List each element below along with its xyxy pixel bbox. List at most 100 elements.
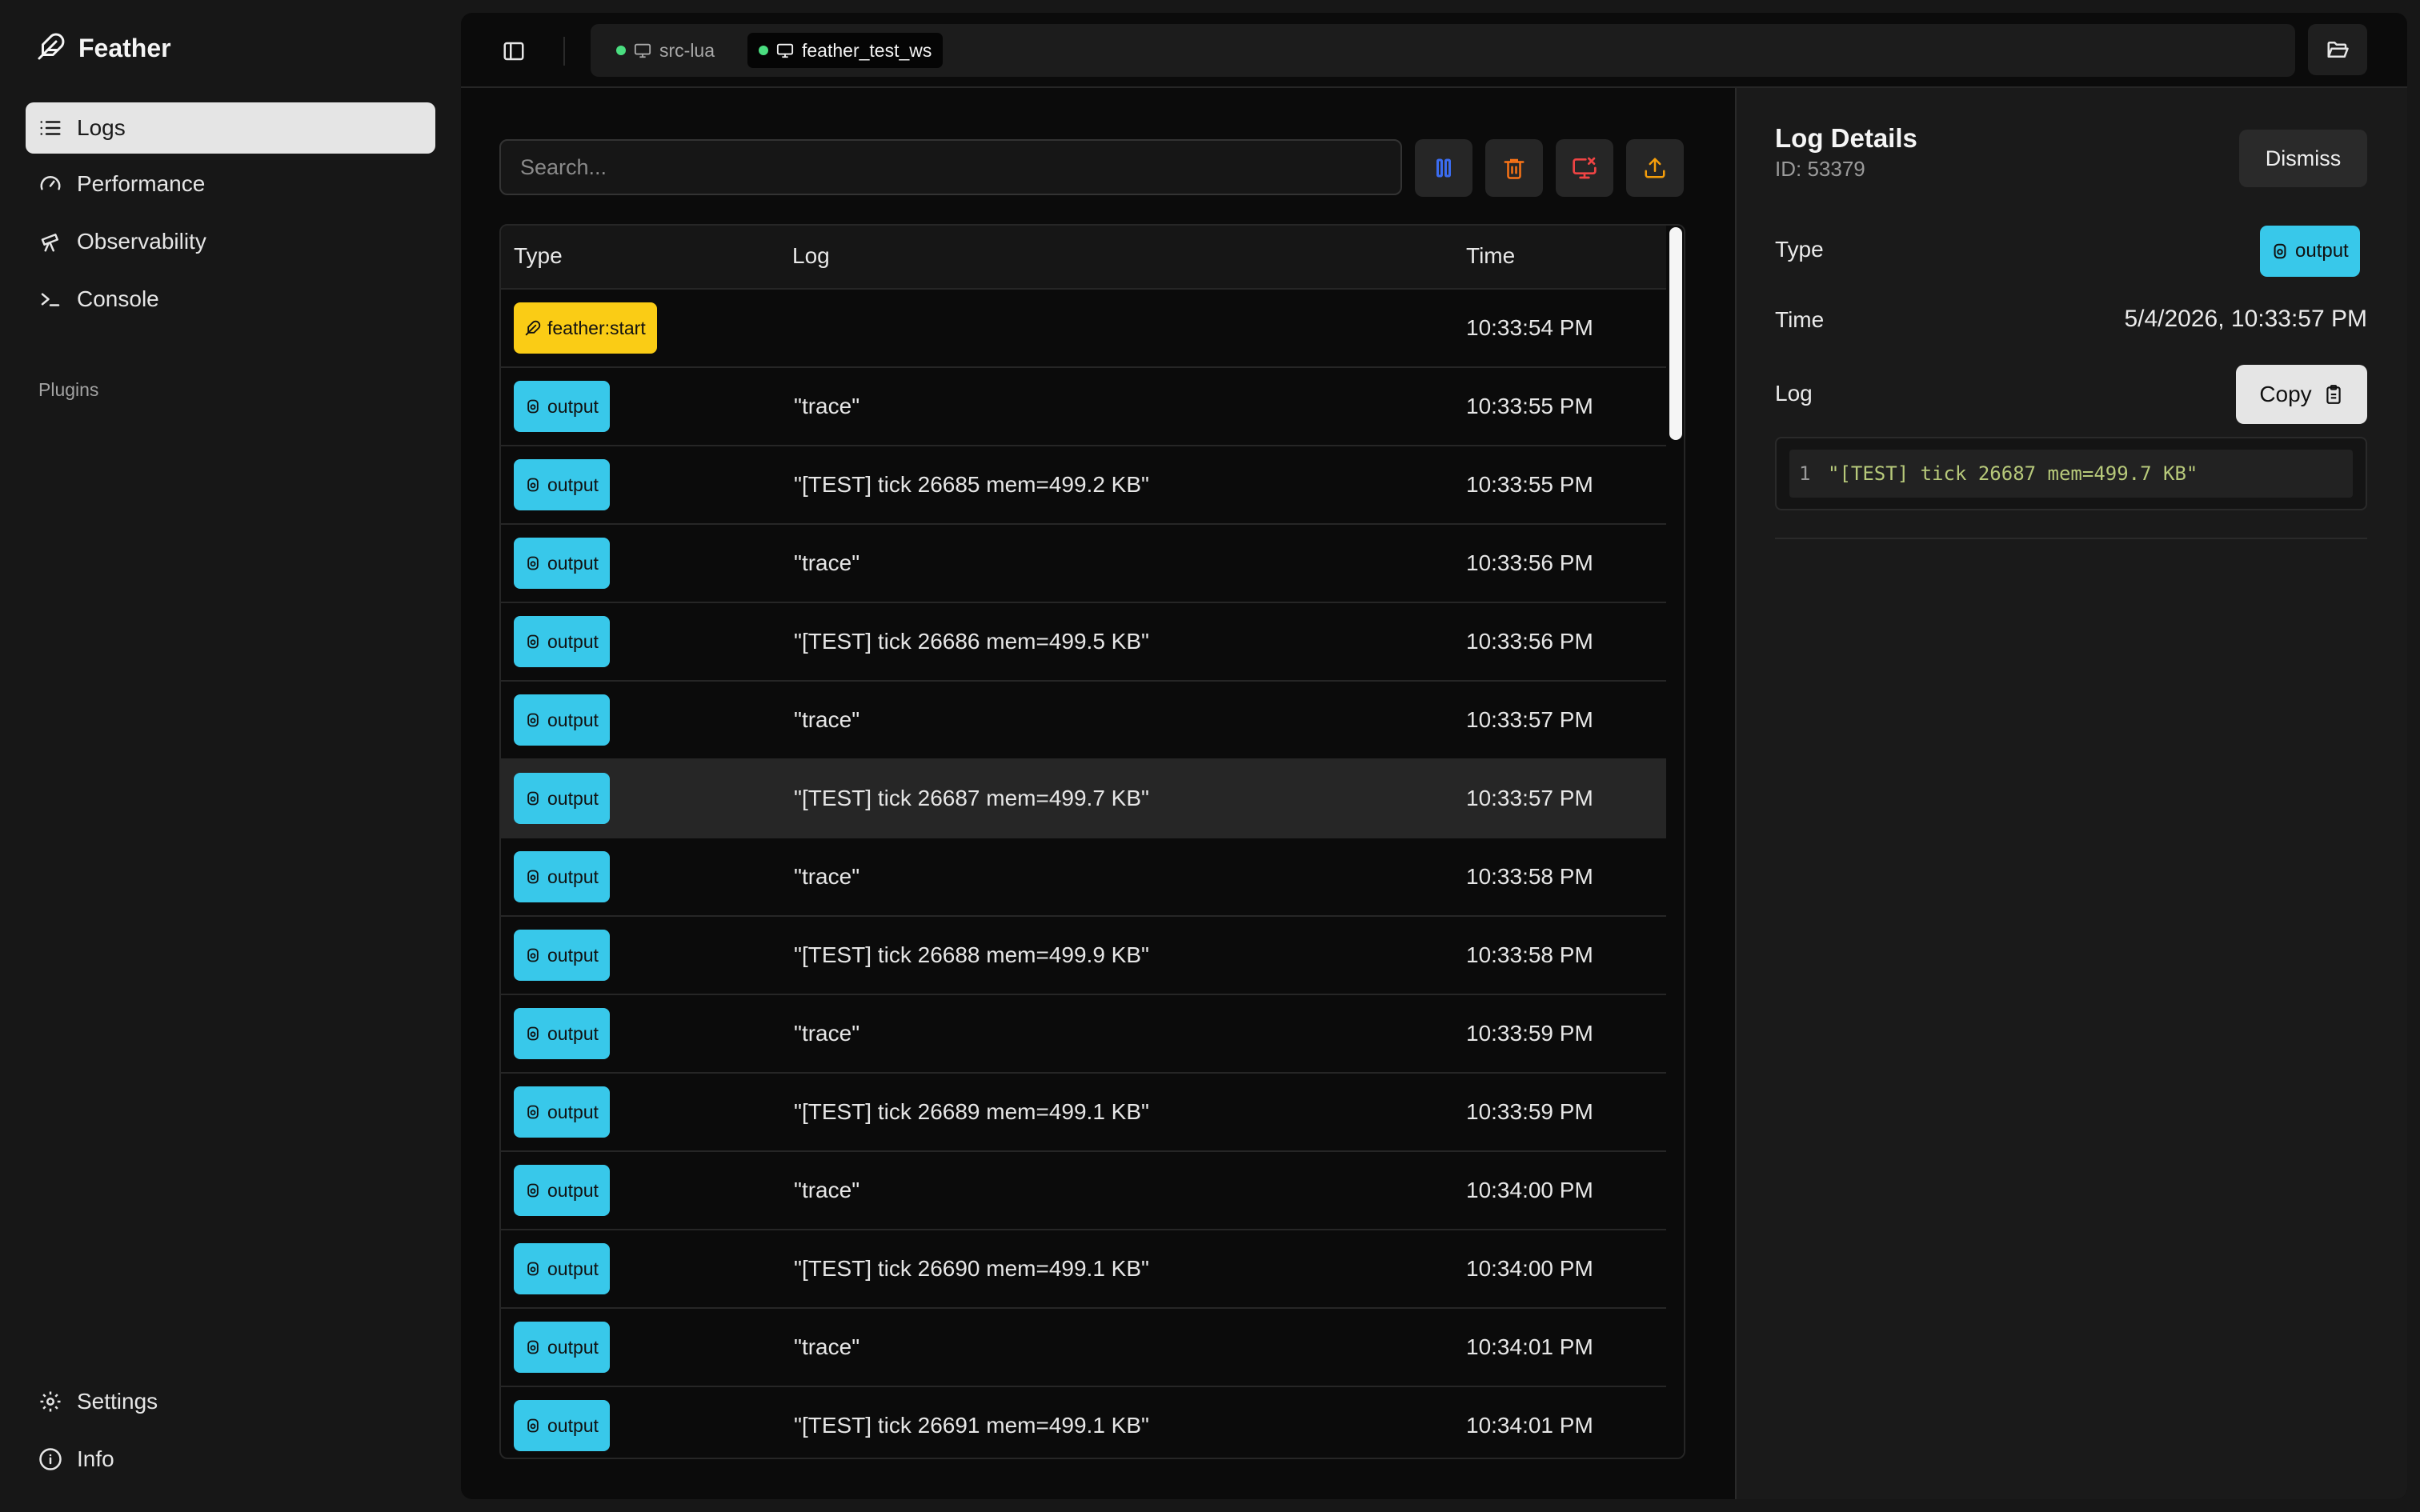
log-details-panel: Log Details ID: 53379 Dismiss Type outpu… xyxy=(1735,88,2407,1499)
type-badge: output xyxy=(514,1086,610,1138)
column-header-time: Time xyxy=(1466,243,1516,268)
table-row[interactable]: output "trace" 10:33:57 PM xyxy=(501,682,1666,760)
output-icon xyxy=(527,556,539,570)
badge-label: output xyxy=(547,1101,599,1122)
sidebar-item-settings[interactable]: Settings xyxy=(26,1376,435,1427)
details-type-badge: output xyxy=(2260,226,2360,277)
table-row[interactable]: output "trace" 10:33:55 PM xyxy=(501,368,1666,446)
time-cell: 10:33:56 PM xyxy=(1466,550,1593,575)
gauge-icon xyxy=(40,176,61,190)
table-row[interactable]: output "[TEST] tick 26689 mem=499.1 KB" 10… xyxy=(501,1074,1666,1152)
time-cell: 10:33:58 PM xyxy=(1466,942,1593,967)
open-folder-button[interactable] xyxy=(2308,24,2367,75)
clear-logs-button[interactable] xyxy=(1485,139,1543,197)
time-cell: 10:33:59 PM xyxy=(1466,1099,1593,1124)
type-badge: output xyxy=(514,694,610,746)
disconnect-button[interactable] xyxy=(1556,139,1613,197)
table-row[interactable]: output "[TEST] tick 26691 mem=499.1 KB" 10… xyxy=(501,1387,1666,1458)
output-icon xyxy=(2274,243,2286,259)
output-icon xyxy=(527,634,539,649)
pause-icon xyxy=(1436,158,1451,178)
details-time-value: 5/4/2026, 10:33:57 PM xyxy=(2124,306,2367,332)
table-row[interactable]: output "trace" 10:34:01 PM xyxy=(501,1309,1666,1387)
sidebar-item-observability[interactable]: Observability xyxy=(26,216,435,267)
info-icon xyxy=(39,1448,62,1470)
badge-label: feather:start xyxy=(547,317,646,338)
time-cell: 10:33:57 PM xyxy=(1466,786,1593,810)
table-row[interactable]: output "[TEST] tick 26688 mem=499.9 KB" 10… xyxy=(501,917,1666,995)
telescope-icon xyxy=(41,234,58,252)
sidebar-item-label: Performance xyxy=(77,171,206,196)
output-icon xyxy=(527,948,539,962)
log-cell: "trace" xyxy=(794,1334,860,1359)
sidebar-item-label: Observability xyxy=(77,229,206,254)
tab-feather-test-ws[interactable]: feather_test_ws xyxy=(747,33,944,68)
monitor-icon xyxy=(776,43,794,58)
table-row[interactable]: output "[TEST] tick 26686 mem=499.5 KB" 10… xyxy=(501,603,1666,682)
time-cell: 10:34:00 PM xyxy=(1466,1178,1593,1202)
log-cell: "trace" xyxy=(794,394,860,418)
sidebar-item-label: Logs xyxy=(77,115,126,140)
tab-label: feather_test_ws xyxy=(802,39,932,61)
pause-button[interactable] xyxy=(1415,139,1472,197)
badge-label: output xyxy=(547,944,599,966)
table-row[interactable]: output "[TEST] tick 26687 mem=499.7 KB" 10… xyxy=(501,760,1666,838)
time-cell: 10:33:55 PM xyxy=(1466,394,1593,418)
output-icon xyxy=(527,870,539,884)
line-number: 1 xyxy=(1799,462,1811,485)
type-badge: output xyxy=(514,930,610,981)
log-cell: "[TEST] tick 26691 mem=499.1 KB" xyxy=(794,1413,1149,1438)
badge-label: output xyxy=(547,709,599,730)
feather-logo-icon xyxy=(37,32,66,65)
output-icon xyxy=(527,1105,539,1119)
details-log-label: Log xyxy=(1775,381,1813,406)
badge-label: output xyxy=(547,474,599,495)
time-cell: 10:33:57 PM xyxy=(1466,707,1593,732)
table-header: Type Log Time xyxy=(501,226,1666,290)
time-cell: 10:33:59 PM xyxy=(1466,1021,1593,1046)
badge-label: output xyxy=(547,1414,599,1436)
table-row[interactable]: feather:start 10:33:54 PM xyxy=(501,290,1666,368)
table-row[interactable]: output "[TEST] tick 26690 mem=499.1 KB" 10… xyxy=(501,1230,1666,1309)
status-dot xyxy=(759,46,768,55)
column-header-type: Type xyxy=(514,243,563,268)
plugins-section-label: Plugins xyxy=(38,379,99,400)
table-row[interactable]: output "trace" 10:33:58 PM xyxy=(501,838,1666,917)
dismiss-button[interactable]: Dismiss xyxy=(2239,130,2367,187)
copy-button[interactable]: Copy xyxy=(2236,365,2367,424)
log-cell: "[TEST] tick 26686 mem=499.5 KB" xyxy=(794,629,1149,654)
search-input[interactable] xyxy=(499,139,1402,195)
tab-src-lua[interactable]: src-lua xyxy=(605,33,726,68)
time-cell: 10:34:01 PM xyxy=(1466,1413,1593,1438)
table-row[interactable]: output "[TEST] tick 26685 mem=499.2 KB" 10… xyxy=(501,446,1666,525)
app-name: Feather xyxy=(78,34,171,62)
table-row[interactable]: output "trace" 10:33:59 PM xyxy=(501,995,1666,1074)
sidebar-item-console[interactable]: Console xyxy=(26,274,435,325)
sidebar-item-info[interactable]: Info xyxy=(26,1434,435,1485)
upload-icon xyxy=(1645,158,1665,178)
sidebar-toggle-button[interactable] xyxy=(496,35,531,67)
table-row[interactable]: output "trace" 10:34:00 PM xyxy=(501,1152,1666,1230)
copy-label: Copy xyxy=(2259,382,2312,406)
type-badge: feather:start xyxy=(514,302,657,354)
details-type-label: Type xyxy=(1775,237,1824,262)
column-header-log: Log xyxy=(792,243,830,268)
type-badge: output xyxy=(514,1400,610,1451)
type-badge: output xyxy=(514,1322,610,1373)
sidebar-item-logs[interactable]: Logs xyxy=(26,102,435,154)
scrollbar-thumb[interactable] xyxy=(1669,227,1682,440)
log-cell: "trace" xyxy=(794,1178,860,1202)
brand: Feather xyxy=(37,32,171,65)
sidebar-item-label: Settings xyxy=(77,1389,158,1414)
table-row[interactable]: output "trace" 10:33:56 PM xyxy=(501,525,1666,603)
divider xyxy=(563,37,565,66)
type-badge: output xyxy=(514,381,610,432)
sidebar-item-performance[interactable]: Performance xyxy=(26,158,435,210)
type-badge: output xyxy=(514,616,610,667)
type-badge: output xyxy=(514,538,610,589)
code-text: "[TEST] tick 26687 mem=499.7 KB" xyxy=(1828,462,2198,485)
monitor-icon xyxy=(634,43,651,58)
type-badge: output xyxy=(514,459,610,510)
export-button[interactable] xyxy=(1626,139,1684,197)
log-code-block: 1 "[TEST] tick 26687 mem=499.7 KB" xyxy=(1775,437,2367,510)
